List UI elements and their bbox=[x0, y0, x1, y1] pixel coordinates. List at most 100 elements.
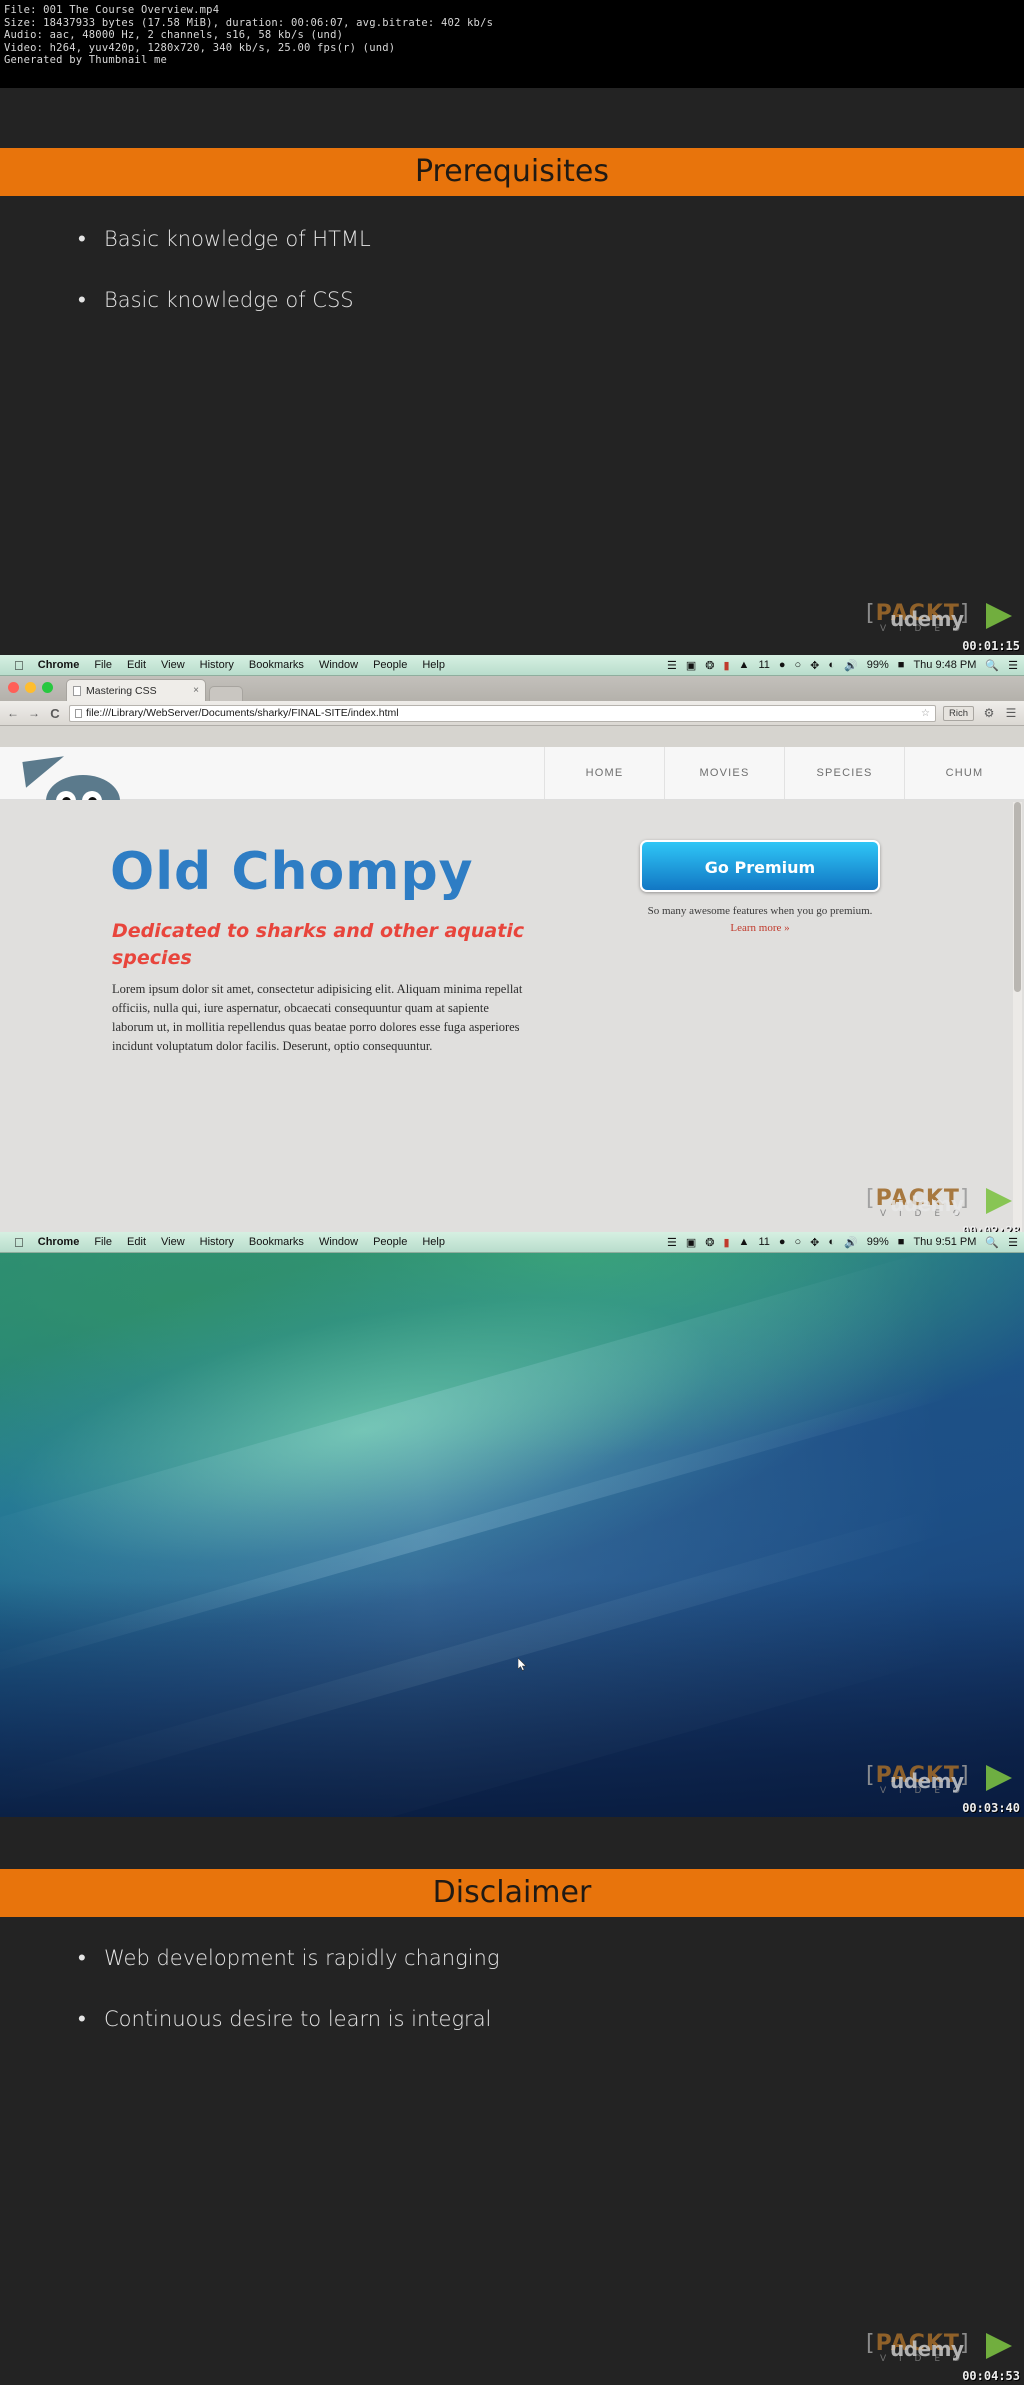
menu-item-chrome[interactable]: Chrome bbox=[38, 659, 80, 671]
apple-logo-icon[interactable]:  bbox=[14, 1235, 24, 1250]
volume-icon[interactable]: 🔊 bbox=[844, 1236, 858, 1249]
metadata-line-size: Size: 18437933 bytes (17.58 MiB), durati… bbox=[4, 16, 494, 29]
zoom-window-button[interactable] bbox=[42, 682, 53, 693]
battery-percent: 99% bbox=[866, 1236, 889, 1248]
menu-item-help[interactable]: Help bbox=[422, 659, 445, 671]
menu-item-bookmarks[interactable]: Bookmarks bbox=[249, 659, 304, 671]
close-window-button[interactable] bbox=[8, 682, 19, 693]
menu-item-window[interactable]: Window bbox=[319, 1236, 358, 1248]
nav-item-chum[interactable]: CHUM bbox=[904, 747, 1024, 799]
site-subheading: Dedicated to sharks and other aquatic sp… bbox=[112, 920, 525, 969]
page-title: Disclaimer bbox=[432, 1875, 592, 1910]
status-counter: 11 bbox=[758, 1236, 770, 1248]
clock-icon[interactable]: ○ bbox=[795, 1236, 802, 1248]
thumbnail-panel-browser[interactable]:  Chrome File Edit View History Bookmark… bbox=[0, 655, 1024, 1240]
rich-extension-button[interactable]: Rich bbox=[942, 705, 974, 721]
reload-icon[interactable]: C bbox=[48, 706, 62, 721]
minimize-window-button[interactable] bbox=[25, 682, 36, 693]
menu-item-history[interactable]: History bbox=[200, 1236, 234, 1248]
dropbox-icon[interactable]: ❂ bbox=[705, 659, 714, 672]
nav-item-home[interactable]: HOME bbox=[544, 747, 664, 799]
app-icon[interactable]: ▮ bbox=[723, 1236, 729, 1249]
notification-center-icon[interactable]: ☰ bbox=[1008, 1236, 1018, 1249]
list-item: • Basic knowledge of CSS bbox=[78, 289, 371, 312]
bullet-dot-icon: • bbox=[78, 1945, 86, 1970]
notification-center-icon[interactable]: ☰ bbox=[1008, 659, 1018, 672]
timestamp-badge: 00:03:40 bbox=[962, 1801, 1020, 1815]
forward-arrow-icon[interactable]: → bbox=[27, 706, 41, 720]
network-icon[interactable]: ☰ bbox=[667, 659, 677, 672]
favicon-icon bbox=[73, 685, 81, 696]
alfred-icon[interactable]: ▲ bbox=[739, 1236, 750, 1248]
menu-bar-clock[interactable]: Thu 9:51 PM bbox=[913, 1236, 976, 1248]
page-icon bbox=[75, 708, 82, 718]
menu-item-bookmarks[interactable]: Bookmarks bbox=[249, 1236, 304, 1248]
airplay-icon[interactable]: ▣ bbox=[686, 1236, 696, 1249]
site-heading: Old Chompy bbox=[110, 842, 474, 902]
macos-menu-bar[interactable]:  Chrome File Edit View History Bookmark… bbox=[0, 655, 1024, 676]
battery-charging-icon[interactable]: ■ bbox=[898, 1236, 905, 1248]
browser-tab[interactable]: Mastering CSS × bbox=[66, 679, 206, 701]
metadata-line-video: Video: h264, yuv420p, 1280x720, 340 kb/s… bbox=[4, 41, 396, 54]
menu-item-edit[interactable]: Edit bbox=[127, 1236, 146, 1248]
web-page-viewport: HOME MOVIES SPECIES CHUM Old Chompy Dedi… bbox=[0, 747, 1024, 1240]
menu-item-file[interactable]: File bbox=[94, 1236, 112, 1248]
new-tab-icon[interactable] bbox=[209, 686, 243, 701]
hamburger-menu-icon[interactable]: ☰ bbox=[1004, 706, 1018, 720]
video-metadata-header: File: 001 The Course Overview.mp4 Size: … bbox=[0, 0, 1024, 88]
macos-menu-bar[interactable]:  Chrome File Edit View History Bookmark… bbox=[0, 1232, 1024, 1253]
menu-item-view[interactable]: View bbox=[161, 1236, 185, 1248]
menu-item-window[interactable]: Window bbox=[319, 659, 358, 671]
dropbox-icon[interactable]: ❂ bbox=[705, 1236, 714, 1249]
star-icon[interactable]: ☆ bbox=[921, 708, 930, 719]
spotlight-search-icon[interactable]: 🔍 bbox=[985, 1236, 999, 1249]
menu-item-chrome[interactable]: Chrome bbox=[38, 1236, 80, 1248]
learn-more-link[interactable]: Learn more » bbox=[640, 922, 880, 934]
nav-item-species[interactable]: SPECIES bbox=[784, 747, 904, 799]
address-bar[interactable]: file:///Library/WebServer/Documents/shar… bbox=[69, 704, 936, 722]
gear-icon[interactable]: ⚙ bbox=[982, 706, 996, 720]
nav-item-movies[interactable]: MOVIES bbox=[664, 747, 784, 799]
thumbnail-panel-disclaimer[interactable]: Disclaimer • Web development is rapidly … bbox=[0, 1817, 1024, 2385]
battery-charging-icon[interactable]: ■ bbox=[898, 659, 905, 671]
airplay-icon[interactable]: ▣ bbox=[686, 659, 696, 672]
go-premium-button[interactable]: Go Premium bbox=[640, 840, 880, 892]
address-bar-url: file:///Library/WebServer/Documents/shar… bbox=[86, 707, 399, 719]
page-scrollbar[interactable] bbox=[1013, 802, 1022, 1238]
bell-icon[interactable]: ● bbox=[779, 1236, 786, 1248]
chrome-toolbar: ← → C file:///Library/WebServer/Document… bbox=[0, 701, 1024, 726]
network-icon[interactable]: ☰ bbox=[667, 1236, 677, 1249]
battery-percent: 99% bbox=[866, 659, 889, 671]
app-icon[interactable]: ▮ bbox=[723, 659, 729, 672]
menu-bar-clock[interactable]: Thu 9:48 PM bbox=[913, 659, 976, 671]
volume-icon[interactable]: 🔊 bbox=[844, 659, 858, 672]
list-item: • Web development is rapidly changing bbox=[78, 1947, 499, 1970]
wifi-icon[interactable]: ◐ bbox=[828, 1236, 835, 1248]
menu-item-edit[interactable]: Edit bbox=[127, 659, 146, 671]
bluetooth-icon[interactable]: ✥ bbox=[810, 659, 819, 672]
menu-item-people[interactable]: People bbox=[373, 659, 407, 671]
packt-video-label: V I D E O bbox=[880, 2354, 965, 2364]
bluetooth-icon[interactable]: ✥ bbox=[810, 1236, 819, 1249]
menu-item-file[interactable]: File bbox=[94, 659, 112, 671]
spotlight-search-icon[interactable]: 🔍 bbox=[985, 659, 999, 672]
menu-item-people[interactable]: People bbox=[373, 1236, 407, 1248]
alfred-icon[interactable]: ▲ bbox=[739, 659, 750, 671]
window-controls[interactable] bbox=[8, 682, 53, 693]
thumbnail-panel-prerequisites[interactable]: Prerequisites • Basic knowledge of HTML … bbox=[0, 88, 1024, 655]
scrollbar-thumb[interactable] bbox=[1014, 802, 1021, 992]
clock-icon[interactable]: ○ bbox=[795, 659, 802, 671]
menu-item-history[interactable]: History bbox=[200, 659, 234, 671]
back-arrow-icon[interactable]: ← bbox=[6, 706, 20, 720]
promo-subtext: So many awesome features when you go pre… bbox=[647, 905, 873, 917]
bell-icon[interactable]: ● bbox=[779, 659, 786, 671]
wifi-icon[interactable]: ◐ bbox=[828, 659, 835, 671]
menu-item-view[interactable]: View bbox=[161, 659, 185, 671]
mouse-pointer-icon bbox=[518, 1658, 527, 1671]
packt-logo: [PACKT] bbox=[866, 601, 970, 626]
menu-item-help[interactable]: Help bbox=[422, 1236, 445, 1248]
slide-title-band: Prerequisites bbox=[0, 148, 1024, 196]
close-icon[interactable]: × bbox=[193, 685, 199, 696]
thumbnail-panel-desktop[interactable]:  Chrome File Edit View History Bookmark… bbox=[0, 1232, 1024, 1817]
apple-logo-icon[interactable]:  bbox=[14, 658, 24, 673]
